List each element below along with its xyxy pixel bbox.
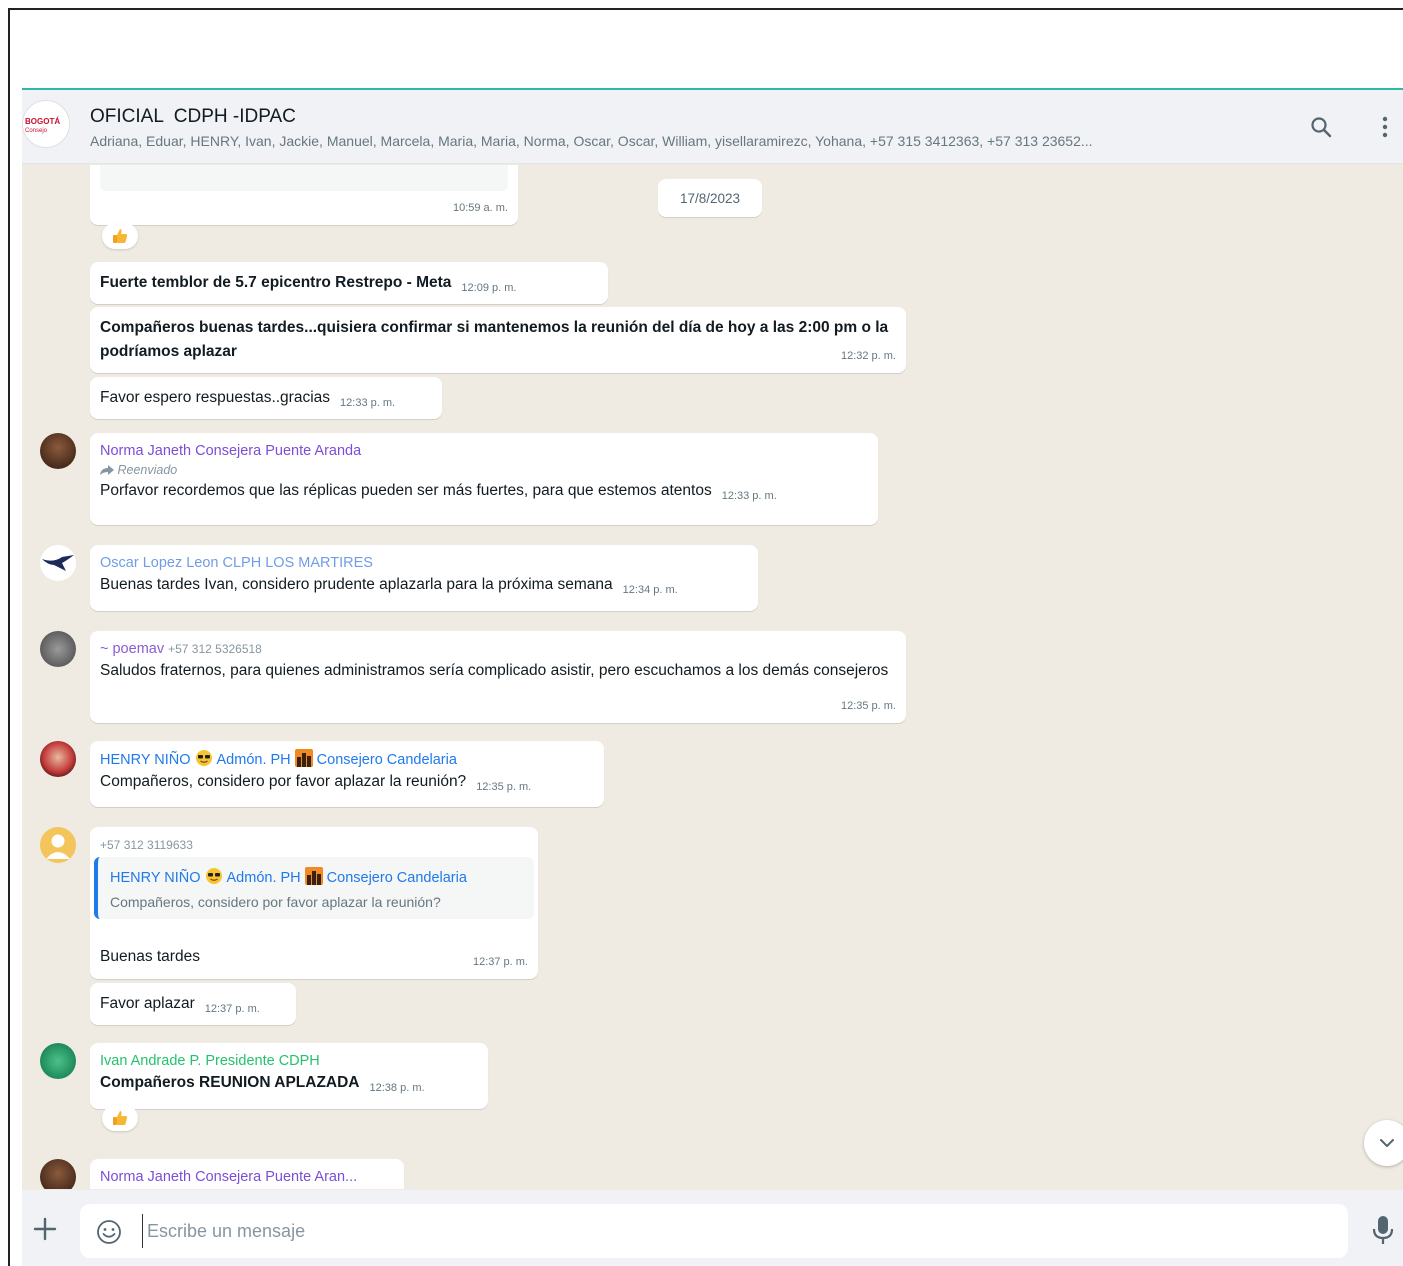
message-text: Favor aplazar [100, 995, 195, 1012]
message-time: 12:35 p. m. [840, 700, 896, 712]
message-sender[interactable]: ~ poemav [100, 641, 164, 657]
message-bubble[interactable]: 10:59 a. m. [90, 165, 518, 225]
message-bubble[interactable]: HENRY NIÑO Admón. PH Consejero Candelaria … [90, 741, 604, 807]
message-text: Favor espero respuestas..gracias [100, 389, 331, 406]
group-members[interactable]: Adriana, Eduar, HENRY, Ivan, Jackie, Man… [90, 133, 1280, 149]
forwarded-text: Reenviado [117, 463, 178, 477]
quoted-sender-location: Consejero Candelaria [326, 870, 467, 886]
chevron-down-icon [1380, 1139, 1394, 1147]
message-time: 12:37 p. m. [204, 1003, 260, 1015]
quoted-sender-name: HENRY NIÑO [110, 870, 201, 886]
reaction-thumbs-up[interactable] [102, 223, 138, 249]
message-composer [22, 1190, 1403, 1266]
reaction-thumbs-up[interactable] [102, 1105, 138, 1131]
message-text: Compañeros buenas tardes...quisiera conf… [100, 319, 889, 360]
message-text: Compañeros REUNION APLAZADA [100, 1074, 360, 1091]
forward-arrow-icon [100, 465, 114, 475]
emoji-icon[interactable] [96, 1219, 122, 1245]
message-text: Compañeros, considero por favor aplazar … [100, 773, 467, 790]
media-preview [100, 165, 508, 191]
bird-logo-icon [42, 555, 74, 571]
quoted-sender-role: Admón. PH [226, 870, 301, 886]
message-time: 12:33 p. m. [340, 397, 396, 409]
avatar-default[interactable] [40, 827, 76, 863]
message-input[interactable] [142, 1214, 1332, 1248]
avatar-oscar[interactable] [40, 545, 76, 581]
message-bubble[interactable]: Ivan Andrade P. Presidente CDPH Compañer… [90, 1043, 488, 1109]
message-time: 10:59 a. m. [452, 202, 508, 214]
avatar-norma[interactable] [40, 433, 76, 469]
message-sender[interactable]: Norma Janeth Consejera Puente Aranda [100, 441, 868, 461]
search-button[interactable] [1306, 112, 1336, 142]
message-text: Buenas tardes Ivan, considero prudente a… [100, 576, 613, 593]
message-text: Saludos fraternos, para quienes administ… [100, 662, 889, 679]
message-sender[interactable]: Norma Janeth Consejera Puente Aran... [100, 1167, 394, 1187]
message-sender-line: ~ poemav +57 312 5326518 [100, 639, 896, 659]
sender-phone: +57 312 5326518 [168, 642, 262, 656]
thumbs-up-icon [113, 229, 128, 243]
message-sender[interactable]: Ivan Andrade P. Presidente CDPH [100, 1051, 478, 1071]
group-title[interactable]: OFICIAL CDPH -IDPAC [90, 106, 296, 128]
message-bubble[interactable]: Norma Janeth Consejera Puente Aran... [90, 1159, 404, 1189]
message-sender[interactable]: Oscar Lopez Leon CLPH LOS MARTIRES [100, 553, 748, 573]
message-time: 12:32 p. m. [840, 350, 896, 362]
thumbs-up-icon [113, 1111, 128, 1125]
group-avatar[interactable]: BOGOTÁ Consejo [22, 100, 70, 148]
sender-location: Consejero Candelaria [316, 752, 457, 768]
message-text: Porfavor recordemos que las réplicas pue… [100, 482, 712, 499]
avatar-poemav[interactable] [40, 631, 76, 667]
avatar-ivan[interactable] [40, 1043, 76, 1079]
message-bubble[interactable]: Norma Janeth Consejera Puente Aranda Ree… [90, 433, 878, 525]
avatar-henry[interactable] [40, 741, 76, 777]
plus-icon [33, 1217, 57, 1241]
message-time: 12:34 p. m. [622, 584, 678, 596]
message-time: 12:35 p. m. [476, 781, 532, 793]
forwarded-label: Reenviado [100, 461, 868, 479]
message-bubble[interactable]: ~ poemav +57 312 5326518 Saludos fraterno… [90, 631, 906, 723]
avatar-norma[interactable] [40, 1159, 76, 1189]
message-bubble[interactable]: Fuerte temblor de 5.7 epicentro Restrepo… [90, 262, 608, 304]
sunglasses-emoji-icon [195, 750, 212, 766]
quoted-sender: HENRY NIÑO Admón. PH Consejero Candelaria [110, 867, 467, 888]
message-list[interactable]: 10:59 a. m. 17/8/2023 Fuerte temblor de … [22, 165, 1403, 1189]
sender-name: HENRY NIÑO [100, 752, 191, 768]
group-avatar-line2: Consejo [25, 128, 48, 134]
quoted-message[interactable]: HENRY NIÑO Admón. PH Consejero Candelaria … [94, 857, 534, 919]
message-input-wrapper[interactable] [80, 1204, 1348, 1258]
scroll-to-bottom-button[interactable] [1364, 1120, 1403, 1166]
chat-header[interactable]: BOGOTÁ Consejo OFICIAL CDPH -IDPAC Adria… [22, 90, 1403, 164]
message-time: 12:33 p. m. [721, 490, 777, 502]
voice-message-button[interactable] [1368, 1214, 1398, 1246]
message-bubble[interactable]: Oscar Lopez Leon CLPH LOS MARTIRES Buena… [90, 545, 758, 611]
message-bubble[interactable]: Favor aplazar 12:37 p. m. [90, 983, 296, 1025]
mic-icon [1372, 1216, 1394, 1244]
message-bubble[interactable]: Compañeros buenas tardes...quisiera conf… [90, 307, 906, 373]
message-text: Buenas tardes [100, 948, 200, 965]
message-time: 12:38 p. m. [369, 1082, 425, 1094]
menu-button[interactable] [1370, 112, 1400, 142]
sender-role: Admón. PH [216, 752, 291, 768]
message-bubble[interactable]: +57 312 3119633 HENRY NIÑO Admón. PH Conse… [90, 827, 538, 979]
cityscape-emoji-icon [294, 749, 313, 767]
search-icon [1311, 117, 1332, 138]
sender-phone: +57 312 3119633 [100, 838, 193, 852]
message-time: 12:09 p. m. [461, 282, 517, 294]
sunglasses-emoji-icon [205, 868, 222, 884]
quoted-text: Compañeros, considero por favor aplazar … [110, 894, 441, 910]
message-text: Fuerte temblor de 5.7 epicentro Restrepo… [100, 274, 452, 291]
whatsapp-app: BOGOTÁ Consejo OFICIAL CDPH -IDPAC Adria… [22, 88, 1403, 1266]
message-sender[interactable]: HENRY NIÑO Admón. PH Consejero Candelaria [100, 749, 594, 770]
attach-button[interactable] [28, 1212, 62, 1246]
group-avatar-line1: BOGOTÁ [25, 117, 61, 126]
default-user-icon [46, 834, 70, 859]
date-separator: 17/8/2023 [658, 179, 762, 217]
kebab-menu-icon [1382, 116, 1388, 138]
message-bubble[interactable]: Favor espero respuestas..gracias 12:33 p.… [90, 377, 442, 419]
cityscape-emoji-icon [304, 867, 323, 885]
message-time: 12:37 p. m. [472, 956, 528, 968]
